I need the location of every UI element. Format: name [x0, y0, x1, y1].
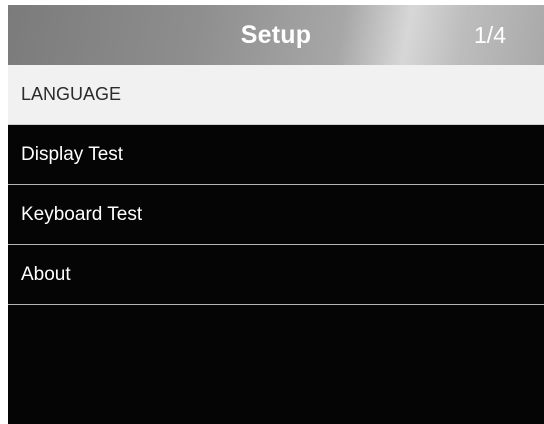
menu-item-about[interactable]: About [8, 245, 544, 305]
menu-item-label: Display Test [21, 144, 124, 165]
page-title: Setup [240, 21, 312, 49]
menu-item-keyboard-test[interactable]: Keyboard Test [8, 185, 544, 245]
menu-item-label: LANGUAGE [21, 84, 122, 104]
setup-menu: LANGUAGE Display Test Keyboard Test Abou… [8, 65, 544, 305]
menu-item-display-test[interactable]: Display Test [8, 125, 544, 185]
title-bar: Setup 1/4 [8, 5, 544, 65]
menu-item-label: About [21, 264, 71, 285]
menu-item-language[interactable]: LANGUAGE [8, 65, 544, 125]
device-screen: Setup 1/4 LANGUAGE Display Test Keyboard… [8, 5, 544, 424]
page-indicator: 1/4 [474, 22, 506, 48]
menu-item-label: Keyboard Test [21, 204, 143, 225]
